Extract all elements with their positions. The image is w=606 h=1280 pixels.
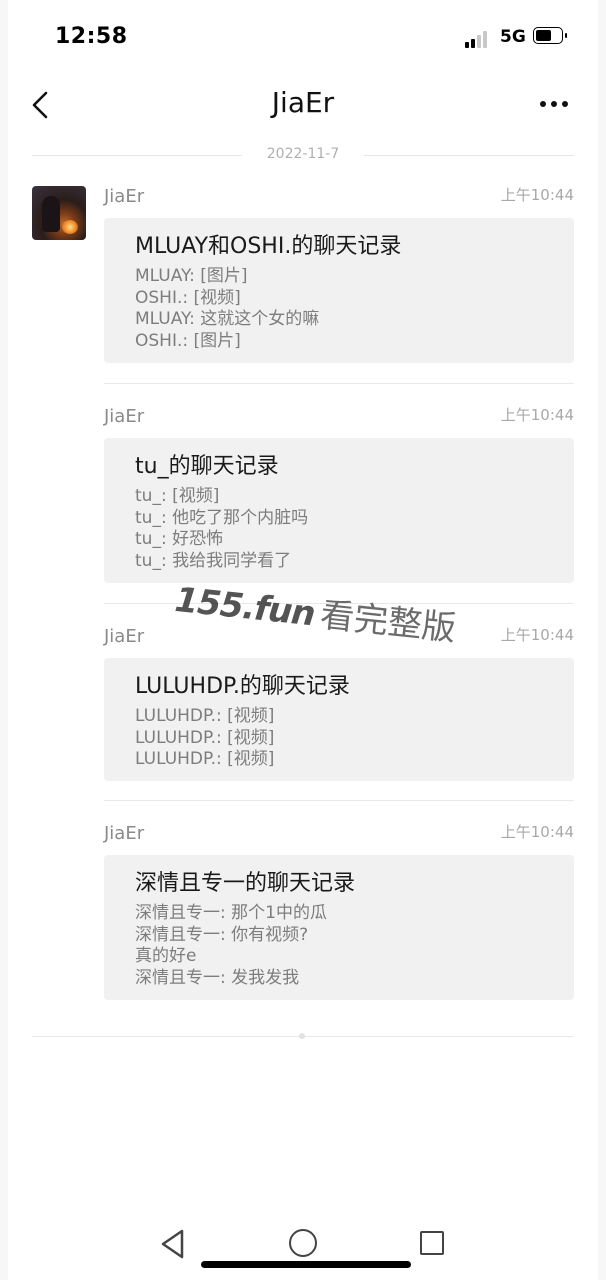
chat-record-card[interactable]: 深情且专一的聊天记录 深情且专一: 那个1中的瓜 深情且专一: 你有视频? 真的… bbox=[104, 855, 574, 1000]
card-line: LULUHDP.: [视频] bbox=[135, 706, 275, 726]
card-line: LULUHDP.: [视频] bbox=[135, 749, 275, 769]
avatar[interactable] bbox=[32, 186, 86, 240]
date-separator: 2022-11-7 bbox=[32, 146, 574, 164]
card-line: OSHI.: [视频] bbox=[135, 287, 241, 308]
card-title: tu_的聊天记录 bbox=[135, 454, 279, 479]
chat-history-screen: 12:58 5G JiaEr 2022-11-7 JiaEr 上午10:44 M… bbox=[8, 0, 598, 1280]
card-line: tu_: 好恐怖 bbox=[135, 529, 224, 549]
card-line: tu_: [视频] bbox=[135, 486, 220, 506]
signal-icon bbox=[465, 30, 493, 48]
message-time: 上午10:44 bbox=[500, 406, 574, 424]
message-time: 上午10:44 bbox=[500, 823, 574, 841]
card-line: MLUAY: [图片] bbox=[135, 266, 248, 286]
more-dots-icon[interactable] bbox=[538, 98, 570, 110]
message-time: 上午10:44 bbox=[500, 186, 574, 204]
square-recent-icon[interactable] bbox=[420, 1231, 444, 1255]
status-time: 12:58 bbox=[55, 24, 128, 49]
card-line: MLUAY: 这就这个女的嘛 bbox=[135, 309, 320, 329]
sender-name: JiaEr bbox=[104, 823, 145, 844]
card-line: 深情且专一: 发我发我 bbox=[135, 967, 300, 988]
watermark: 155.fun看完整版 bbox=[173, 572, 459, 650]
sender-name: JiaEr bbox=[104, 626, 145, 647]
card-line: 深情且专一: 你有视频? bbox=[135, 924, 309, 945]
chat-record-card[interactable]: tu_的聊天记录 tu_: [视频] tu_: 他吃了那个内脏吗 tu_: 好恐… bbox=[104, 438, 574, 583]
battery-icon bbox=[533, 27, 567, 44]
card-line: LULUHDP.: [视频] bbox=[135, 727, 275, 748]
card-line: 深情且专一: 那个1中的瓜 bbox=[135, 903, 327, 923]
card-line: tu_: 他吃了那个内脏吗 bbox=[135, 507, 309, 528]
end-dot bbox=[299, 1033, 305, 1039]
watermark-cta: 看完整版 bbox=[318, 595, 458, 650]
network-label: 5G bbox=[500, 27, 526, 47]
card-title: 深情且专一的聊天记录 bbox=[135, 871, 356, 896]
home-indicator[interactable] bbox=[201, 1261, 411, 1268]
card-line: tu_: 我给我同学看了 bbox=[135, 550, 292, 571]
divider bbox=[104, 800, 574, 801]
card-line: 真的好e bbox=[135, 946, 197, 966]
card-title: MLUAY和OSHI.的聊天记录 bbox=[135, 234, 402, 259]
chat-record-card[interactable]: LULUHDP.的聊天记录 LULUHDP.: [视频] LULUHDP.: [… bbox=[104, 658, 574, 781]
divider bbox=[104, 383, 574, 384]
date-label: 2022-11-7 bbox=[266, 146, 340, 162]
card-title: LULUHDP.的聊天记录 bbox=[135, 674, 350, 699]
watermark-site: 155.fun bbox=[172, 579, 317, 635]
page-title: JiaEr bbox=[271, 86, 335, 119]
triangle-back-icon[interactable] bbox=[158, 1228, 188, 1260]
chat-record-card[interactable]: MLUAY和OSHI.的聊天记录 MLUAY: [图片] OSHI.: [视频]… bbox=[104, 218, 574, 363]
circle-home-icon[interactable] bbox=[289, 1229, 317, 1257]
sender-name: JiaEr bbox=[104, 186, 145, 207]
card-line: OSHI.: [图片] bbox=[135, 330, 241, 351]
sender-name: JiaEr bbox=[104, 406, 145, 427]
message-time: 上午10:44 bbox=[500, 626, 574, 644]
